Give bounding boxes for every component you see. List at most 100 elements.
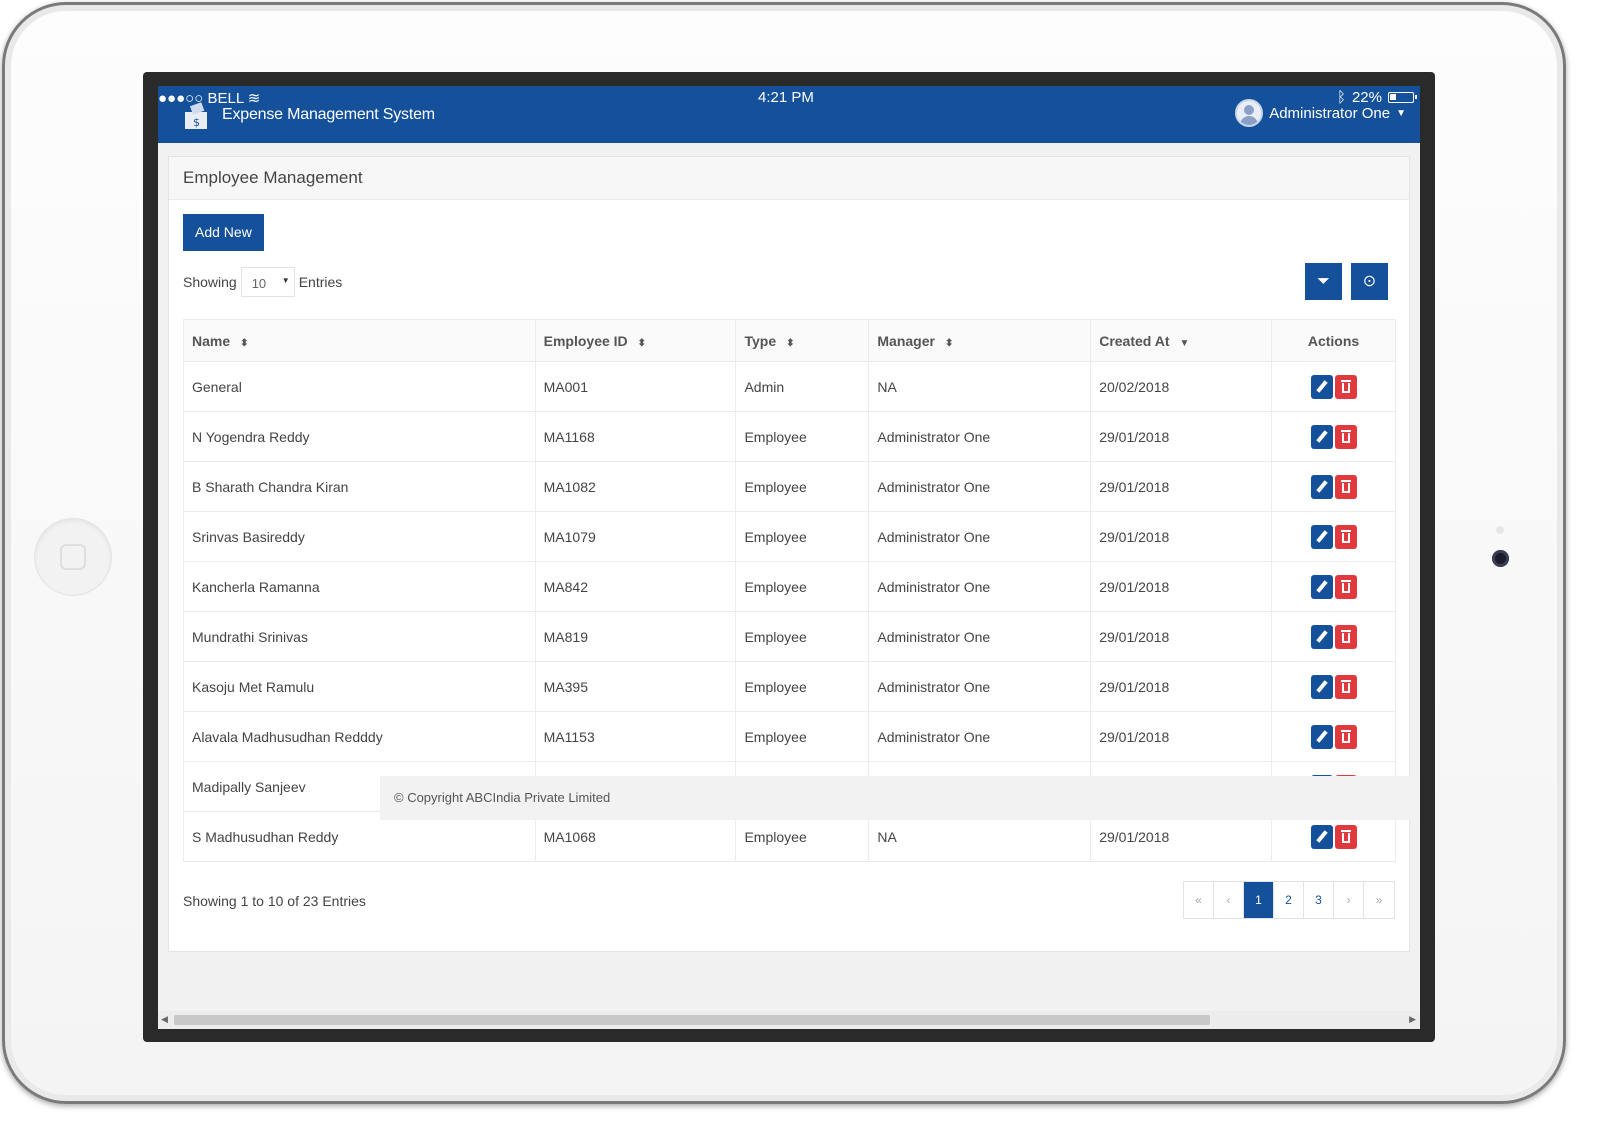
- sort-desc-icon: ▼: [1179, 337, 1190, 349]
- edit-icon[interactable]: [1310, 524, 1333, 549]
- table-header-row: Name ⬍ Employee ID ⬍ Type ⬍ Manager ⬍ Create…: [183, 319, 1396, 362]
- cell-type: Employee: [735, 461, 870, 512]
- edit-icon[interactable]: [1310, 574, 1333, 599]
- delete-icon[interactable]: [1334, 724, 1357, 749]
- col-manager[interactable]: Manager ⬍: [868, 319, 1092, 362]
- cell-actions: [1271, 611, 1396, 662]
- cell-manager: Administrator One: [868, 711, 1092, 762]
- settings-button[interactable]: ⊙: [1351, 263, 1388, 300]
- sort-icon: ⬍: [786, 337, 795, 349]
- cell-actions: [1271, 561, 1396, 612]
- cell-manager: Administrator One: [868, 511, 1092, 562]
- cell-type: Employee: [735, 711, 870, 762]
- edit-icon[interactable]: [1310, 724, 1333, 749]
- col-employee-id[interactable]: Employee ID ⬍: [534, 319, 737, 362]
- col-id-label: Employee ID: [543, 332, 628, 349]
- status-time: 4:21 PM: [758, 89, 814, 106]
- delete-icon[interactable]: [1334, 574, 1357, 599]
- col-name[interactable]: Name ⬍: [183, 319, 536, 362]
- add-new-button[interactable]: Add New: [183, 214, 264, 251]
- edit-icon[interactable]: [1310, 424, 1333, 449]
- delete-icon[interactable]: [1334, 374, 1357, 399]
- edit-icon[interactable]: [1310, 824, 1333, 849]
- home-button[interactable]: [35, 519, 111, 595]
- last-page-button[interactable]: »: [1364, 882, 1394, 918]
- page-1-button[interactable]: 1: [1244, 882, 1274, 918]
- settings-icon: ⊙: [1362, 273, 1377, 290]
- cell-employee-id: MA395: [534, 661, 737, 712]
- first-page-button[interactable]: «: [1184, 882, 1214, 918]
- entries-control: Showing 10 ▼ Entries: [183, 267, 342, 297]
- cell-type: Employee: [735, 511, 870, 562]
- app: ●●●○○ BELL ≋ 4:21 PM ᛒ 22% $ Expense Man…: [158, 86, 1420, 1029]
- edit-icon[interactable]: [1310, 374, 1333, 399]
- scroll-left-icon[interactable]: ◀: [161, 1014, 168, 1025]
- col-created-label: Created At: [1099, 332, 1170, 349]
- delete-icon[interactable]: [1334, 474, 1357, 499]
- cell-created-at: 29/01/2018: [1090, 561, 1273, 612]
- col-created-at[interactable]: Created At ▼: [1090, 319, 1273, 362]
- col-type-label: Type: [744, 332, 777, 349]
- table-row: Kancherla Ramanna MA842 Employee Administra…: [183, 561, 1396, 612]
- sort-icon: ⬍: [240, 337, 249, 349]
- cell-employee-id: MA1168: [534, 411, 737, 462]
- cell-employee-id: MA1082: [534, 461, 737, 512]
- user-name: Administrator One: [1269, 104, 1391, 122]
- entries-label: Entries: [298, 274, 343, 290]
- page-size-select[interactable]: 10 ▼: [240, 267, 295, 297]
- col-manager-label: Manager: [877, 332, 935, 349]
- cell-created-at: 29/01/2018: [1090, 511, 1273, 562]
- page-2-button[interactable]: 2: [1274, 882, 1304, 918]
- cell-name: General: [183, 361, 536, 412]
- page-size-value: 10: [251, 276, 267, 291]
- entries-summary: Showing 1 to 10 of 23 Entries: [183, 893, 366, 909]
- next-page-button[interactable]: ›: [1334, 882, 1364, 918]
- cell-name: Mundrathi Srinivas: [183, 611, 536, 662]
- col-name-label: Name: [192, 332, 231, 349]
- sort-icon: ⬍: [637, 337, 647, 349]
- scrollbar-thumb[interactable]: [174, 1015, 1210, 1025]
- cell-actions: [1271, 411, 1396, 462]
- cell-employee-id: MA842: [534, 561, 737, 612]
- scroll-right-icon[interactable]: ▶: [1409, 1014, 1416, 1025]
- panel-title: Employee Management: [169, 157, 1409, 200]
- sort-icon: ⬍: [944, 337, 954, 349]
- cell-name: Kancherla Ramanna: [183, 561, 536, 612]
- prev-page-button[interactable]: ‹: [1214, 882, 1244, 918]
- cell-employee-id: MA1079: [534, 511, 737, 562]
- cell-manager: Administrator One: [868, 561, 1092, 612]
- pagination: « ‹ 1 2 3 › »: [1183, 881, 1395, 919]
- cell-created-at: 29/01/2018: [1090, 411, 1273, 462]
- cell-name: Alavala Madhusudhan Redddy: [183, 711, 536, 762]
- user-menu[interactable]: Administrator One ▼: [1235, 99, 1406, 127]
- page-3-button[interactable]: 3: [1304, 882, 1334, 918]
- col-type[interactable]: Type ⬍: [735, 319, 870, 362]
- horizontal-scrollbar[interactable]: ◀ ▶: [158, 1011, 1420, 1029]
- delete-icon[interactable]: [1334, 624, 1357, 649]
- cell-type: Employee: [735, 561, 870, 612]
- delete-icon[interactable]: [1334, 824, 1357, 849]
- cell-name: Kasoju Met Ramulu: [183, 661, 536, 712]
- delete-icon[interactable]: [1334, 524, 1357, 549]
- delete-icon[interactable]: [1334, 674, 1357, 699]
- edit-icon[interactable]: [1310, 674, 1333, 699]
- cell-created-at: 20/02/2018: [1090, 361, 1273, 412]
- home-square-icon: [60, 544, 86, 570]
- cell-created-at: 29/01/2018: [1090, 611, 1273, 662]
- cell-employee-id: MA1153: [534, 711, 737, 762]
- app-header: ●●●○○ BELL ≋ 4:21 PM ᛒ 22% $ Expense Man…: [158, 86, 1420, 143]
- cell-manager: Administrator One: [868, 611, 1092, 662]
- edit-icon[interactable]: [1310, 624, 1333, 649]
- camera-icon: [1492, 550, 1509, 567]
- dropdown-arrow-icon: ▼: [281, 276, 290, 285]
- svg-text:$: $: [193, 116, 200, 129]
- filter-button[interactable]: ⏷: [1305, 263, 1342, 300]
- col-actions: Actions: [1271, 319, 1396, 362]
- cell-type: Employee: [735, 611, 870, 662]
- cell-name: N Yogendra Reddy: [183, 411, 536, 462]
- table-row: Kasoju Met Ramulu MA395 Employee Administra…: [183, 661, 1396, 712]
- edit-icon[interactable]: [1310, 474, 1333, 499]
- table-row: Alavala Madhusudhan Redddy MA1153 Employee…: [183, 711, 1396, 762]
- cell-manager: Administrator One: [868, 661, 1092, 712]
- delete-icon[interactable]: [1334, 424, 1357, 449]
